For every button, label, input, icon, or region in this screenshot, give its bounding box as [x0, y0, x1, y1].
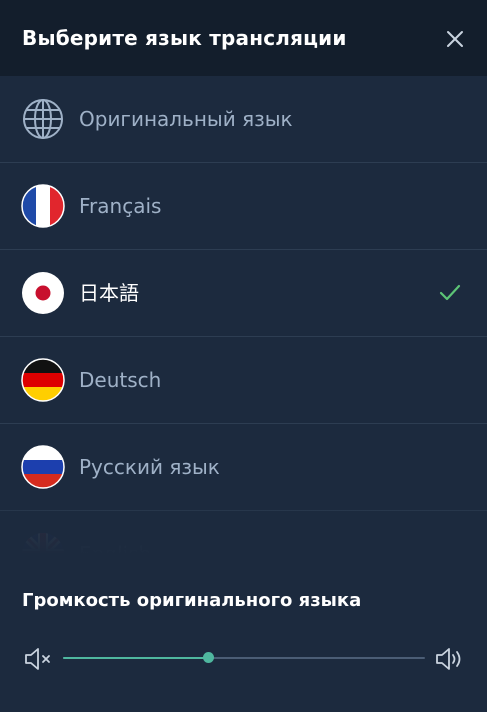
flag-uk-icon	[22, 533, 64, 554]
flag-france-icon	[21, 184, 65, 228]
close-icon[interactable]	[440, 24, 470, 54]
volume-slider-thumb[interactable]	[202, 652, 214, 663]
language-list[interactable]: Оригинальный язык Français 日本語 Deutsch Р…	[0, 76, 487, 554]
volume-up-icon[interactable]	[434, 644, 466, 674]
flag-japan-icon	[22, 272, 64, 314]
language-label: 日本語	[79, 281, 139, 305]
language-label: Deutsch	[79, 368, 162, 392]
language-option-german[interactable]: Deutsch	[0, 337, 487, 424]
language-option-original[interactable]: Оригинальный язык	[0, 76, 487, 163]
dialog-header: Выберите язык трансляции	[0, 0, 487, 76]
language-option-japanese[interactable]: 日本語	[0, 250, 487, 337]
flag-russia-icon	[21, 445, 65, 489]
volume-slider[interactable]	[63, 648, 425, 668]
volume-title: Громкость оригинального языка	[22, 590, 362, 611]
language-option-french[interactable]: Français	[0, 163, 487, 250]
globe-icon	[23, 99, 63, 139]
language-label: Français	[79, 194, 162, 218]
language-option-russian[interactable]: Русский язык	[0, 424, 487, 511]
language-label: Русский язык	[79, 455, 220, 479]
dialog-title: Выберите язык трансляции	[22, 26, 347, 50]
checkmark-icon	[439, 284, 461, 301]
flag-germany-icon	[21, 358, 65, 402]
language-label: English	[79, 542, 152, 554]
volume-slider-fill	[63, 657, 208, 659]
language-option-english[interactable]: English	[0, 511, 487, 554]
language-label: Оригинальный язык	[79, 107, 293, 131]
volume-mute-icon[interactable]	[22, 644, 54, 674]
